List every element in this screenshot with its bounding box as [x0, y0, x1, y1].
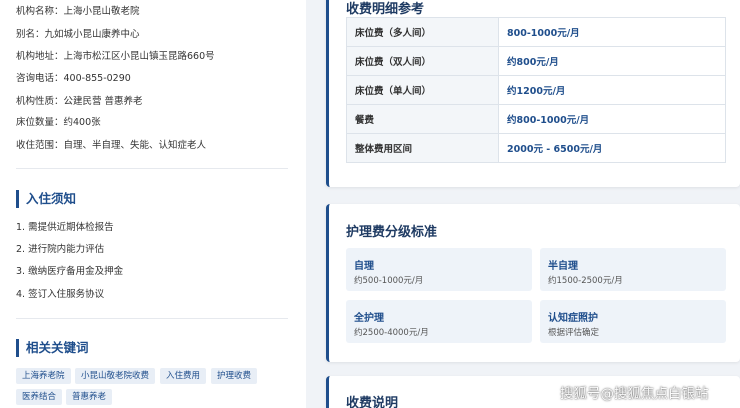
- info-label: 床位数量：: [16, 117, 64, 128]
- fee-table: 床位费（多人间） 800-1000元/月 床位费（双人间） 约800元/月 床位费（…: [346, 17, 726, 163]
- grade-name: 半自理: [548, 261, 578, 272]
- info-label: 机构性质：: [16, 96, 64, 107]
- info-label: 别名：: [16, 29, 45, 40]
- care-grade-card: 护理费分级标准 自理 约500-1000元/月 半自理 约1500-2500元/…: [326, 204, 740, 362]
- fee-notes-title: 收费说明: [346, 396, 399, 408]
- fee-price: 2000元 - 6500元/月: [498, 133, 726, 163]
- info-row-address: 机构地址：上海市松江区小昆山镇玉昆路660号: [16, 48, 215, 62]
- admission-item: 3. 缴纳医疗备用金及押金: [16, 266, 124, 277]
- info-value: 自理、半自理、失能、认知症老人: [63, 140, 207, 151]
- left-panel: 机构名称：上海小昆山敬老院 别名：九如城小昆山康养中心 机构地址：上海市松江区小…: [0, 0, 306, 408]
- keyword-tag[interactable]: 护理收费: [211, 368, 258, 384]
- info-label: 机构名称：: [16, 6, 64, 17]
- table-row: 床位费（单人间） 约1200元/月: [346, 75, 726, 105]
- info-row-name: 机构名称：上海小昆山敬老院: [16, 3, 140, 17]
- grade-name: 全护理: [354, 313, 384, 324]
- grade-name: 自理: [354, 261, 374, 272]
- grade-price: 约1500-2500元/月: [548, 276, 623, 286]
- grade-name: 认知症照护: [548, 313, 598, 324]
- fee-item: 床位费（多人间）: [346, 17, 499, 47]
- info-row-phone: 咨询电话：400-855-0290: [16, 70, 131, 84]
- grade-box-self-care: 自理 约500-1000元/月: [346, 248, 532, 291]
- table-row: 床位费（多人间） 800-1000元/月: [346, 17, 726, 47]
- admission-item: 4. 签订入住服务协议: [16, 289, 105, 300]
- info-row-nature: 机构性质：公建民营 普惠养老: [16, 93, 143, 107]
- info-value: 上海小昆山敬老院: [63, 6, 140, 17]
- keyword-tag[interactable]: 入住费用: [160, 368, 207, 384]
- info-row-scope: 收住范围：自理、半自理、失能、认知症老人: [16, 137, 206, 151]
- grade-box-dementia-care: 认知症照护 根据评估确定: [540, 300, 726, 343]
- info-row-beds: 床位数量：约400张: [16, 114, 101, 128]
- care-grade-title: 护理费分级标准: [346, 225, 438, 240]
- info-label: 机构地址：: [16, 51, 64, 62]
- fee-item: 整体费用区间: [346, 133, 499, 163]
- grade-box-semi-care: 半自理 约1500-2500元/月: [540, 248, 726, 291]
- admission-title: 入住须知: [16, 190, 76, 208]
- table-row: 餐费 约800-1000元/月: [346, 104, 726, 134]
- fee-price: 约800元/月: [498, 46, 726, 76]
- fee-price: 800-1000元/月: [498, 17, 726, 47]
- admission-item: 2. 进行院内能力评估: [16, 244, 105, 255]
- keywords-title: 相关关键词: [16, 339, 89, 357]
- info-label: 收住范围：: [16, 140, 64, 151]
- grade-box-full-care: 全护理 约2500-4000元/月: [346, 300, 532, 343]
- fee-item: 床位费（双人间）: [346, 46, 499, 76]
- table-row: 床位费（双人间） 约800元/月: [346, 46, 726, 76]
- section-divider: [16, 168, 288, 169]
- fee-item: 床位费（单人间）: [346, 75, 499, 105]
- fee-detail-card: 收费明细参考 床位费（多人间） 800-1000元/月 床位费（双人间） 约800元…: [326, 0, 740, 187]
- info-value: 约400张: [63, 117, 101, 128]
- grade-price: 根据评估确定: [548, 328, 600, 338]
- keyword-tag[interactable]: 上海养老院: [16, 368, 71, 384]
- section-divider: [16, 318, 288, 319]
- fee-price: 约800-1000元/月: [498, 104, 726, 134]
- info-value: 公建民营 普惠养老: [63, 96, 143, 107]
- admission-item: 1. 需提供近期体检报告: [16, 222, 114, 233]
- keyword-tag[interactable]: 小昆山敬老院收费: [75, 368, 156, 384]
- table-row: 整体费用区间 2000元 - 6500元/月: [346, 133, 726, 163]
- keyword-tag[interactable]: 普惠养老: [66, 389, 113, 405]
- fee-detail-title: 收费明细参考: [346, 2, 425, 17]
- watermark: 搜狐号@搜狐焦点白银站: [560, 386, 709, 402]
- grade-price: 约500-1000元/月: [354, 276, 424, 286]
- info-row-alias: 别名：九如城小昆山康养中心: [16, 26, 140, 40]
- info-value: 上海市松江区小昆山镇玉昆路660号: [63, 51, 215, 62]
- fee-price: 约1200元/月: [498, 75, 726, 105]
- info-value: 九如城小昆山康养中心: [44, 29, 140, 40]
- info-value: 400-855-0290: [63, 73, 131, 84]
- keyword-tag[interactable]: 医养结合: [16, 389, 63, 405]
- grade-price: 约2500-4000元/月: [354, 328, 429, 338]
- fee-item: 餐费: [346, 104, 499, 134]
- info-label: 咨询电话：: [16, 73, 64, 84]
